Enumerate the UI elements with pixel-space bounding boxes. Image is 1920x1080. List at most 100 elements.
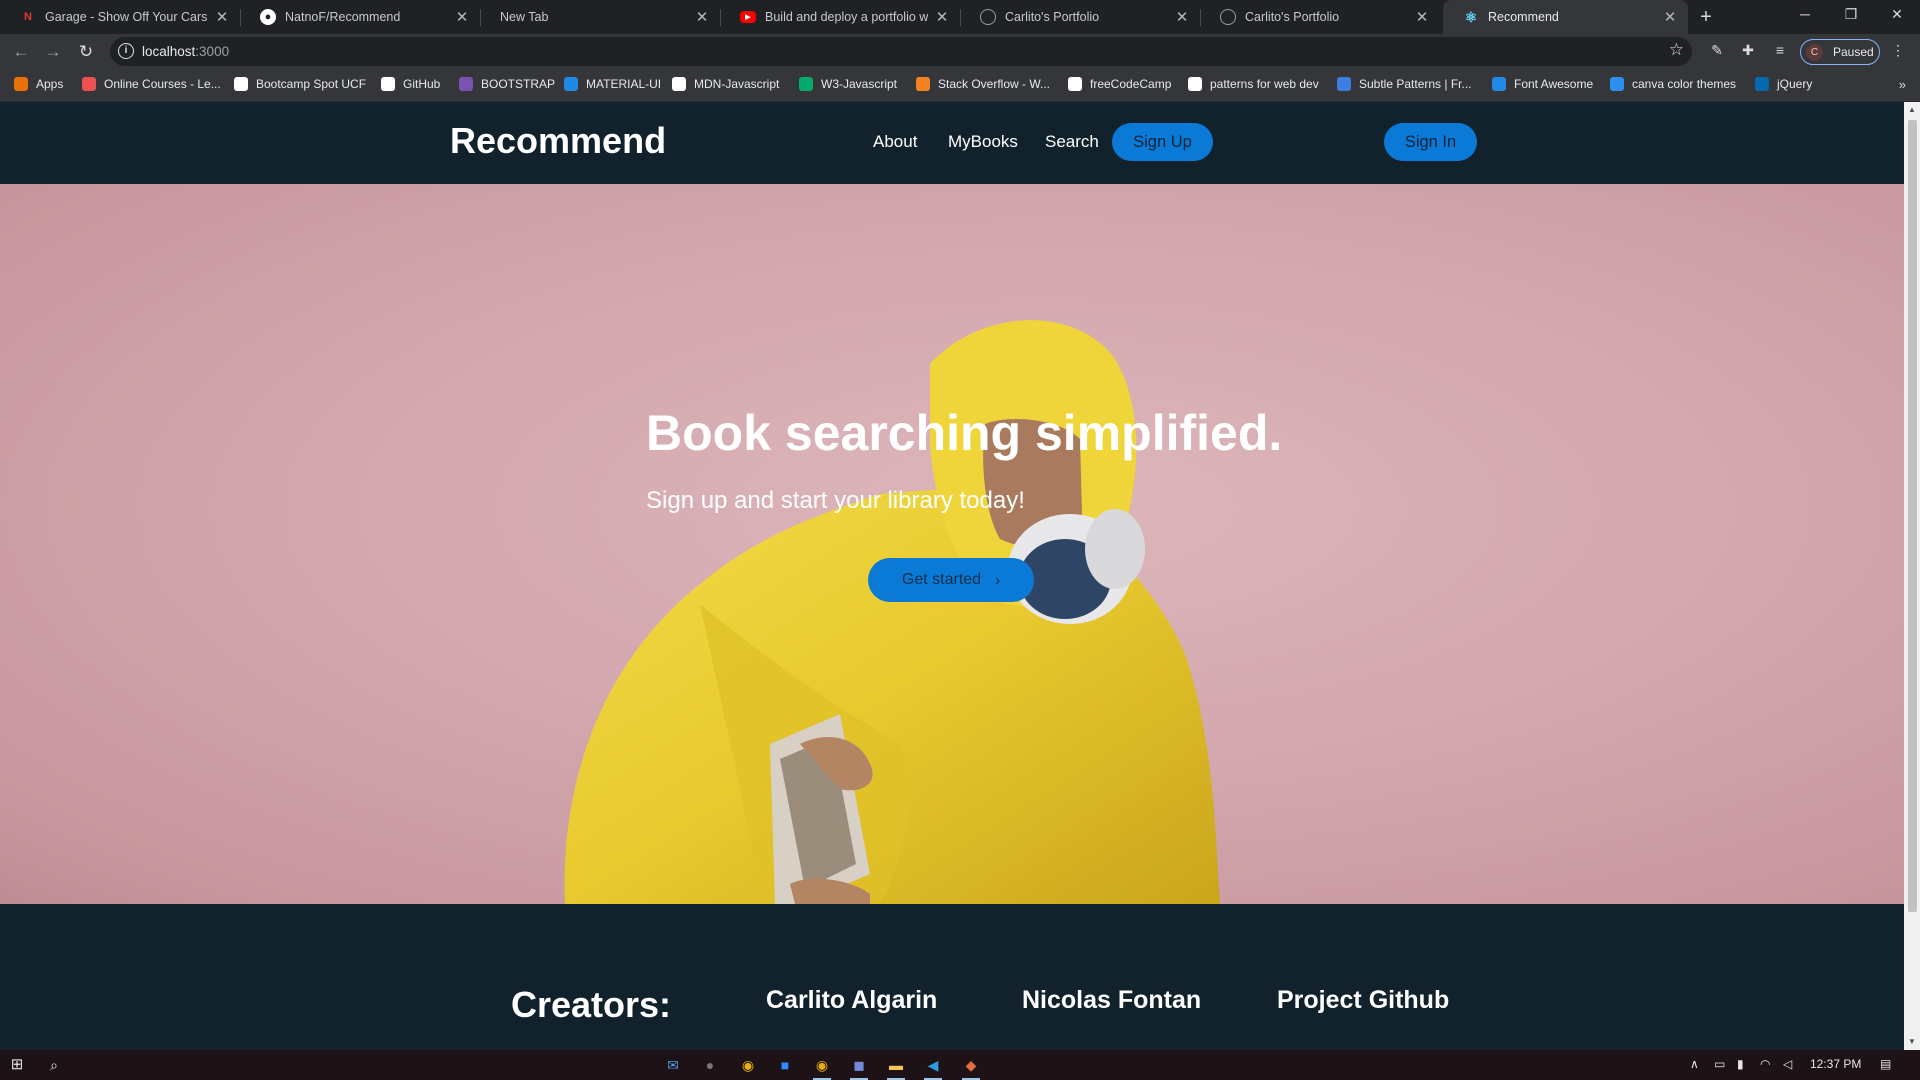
hero-subtitle: Sign up and start your library today! [646,487,1025,514]
bookmark-label: MATERIAL-UI [586,77,662,91]
page-viewport: Recommend About MyBooks Search Sign Up S… [0,102,1904,1050]
bookmark-bootstrap[interactable]: BOOTSTRAP [459,77,555,91]
project-github-link[interactable]: Project Github [1277,986,1449,1015]
tray-chevron-icon[interactable]: ∧ [1690,1057,1699,1071]
bookmark-label: GitHub [403,77,441,91]
bookmark-label: Online Courses - Le... [104,77,221,91]
wifi-icon[interactable]: ◠ [1760,1057,1770,1071]
back-icon[interactable]: ← [9,40,33,64]
bookmark-label: patterns for web dev [1210,77,1319,91]
tab-garage[interactable]: N Garage - Show Off Your Cars | NatnoF ✕ [0,0,240,34]
close-window-button[interactable]: ✕ [1874,0,1920,30]
sign-in-button[interactable]: Sign In [1384,123,1477,161]
material-ui-icon [564,77,578,91]
bookmark-bootcamp-spot-ucf[interactable]: Bootcamp Spot UCF [234,77,366,91]
forward-icon[interactable]: → [41,40,65,64]
file-explorer-icon[interactable]: ▬ [885,1055,907,1080]
nav-mybooks[interactable]: MyBooks [948,132,1018,152]
vscode-icon[interactable]: ◀ [922,1055,944,1080]
profile-button[interactable]: C Paused [1800,39,1880,65]
bookmark-github[interactable]: GitHub [381,77,440,91]
tab-title: NatnoF/Recommend [285,10,401,24]
chrome-icon[interactable]: ◉ [737,1055,759,1075]
page-scrollbar[interactable]: ▲ ▼ [1904,102,1920,1050]
volume-icon[interactable]: ◁ [1783,1057,1792,1071]
creator-nicolas-link[interactable]: Nicolas Fontan [1022,986,1201,1015]
bookmark-stack-overflow-w[interactable]: Stack Overflow - W... [916,77,1050,91]
creator-carlito-link[interactable]: Carlito Algarin [766,986,937,1015]
pen-extension-icon[interactable]: ✎ [1707,42,1727,59]
bookmarks-overflow-icon[interactable]: » [1899,77,1906,92]
minimize-button[interactable]: ─ [1782,0,1828,30]
bookmark-mdn-javascript[interactable]: MDN-Javascript [672,77,779,91]
notifications-icon[interactable]: ▤ [1880,1057,1891,1071]
windows-taskbar: ⊞ ⌕ ✉ ● ◉ ■ ◉ ◼ ▬ ◀ ◆ ∧ ▭ ▮ ◠ ◁ 12:37 PM… [0,1050,1920,1080]
bookmark-label: jQuery [1777,77,1813,91]
tab-recommend-active[interactable]: ⚛ Recommend ✕ [1443,0,1688,34]
bookmark-label: Font Awesome [1514,77,1594,91]
bookmark-subtle-patterns-fr[interactable]: Subtle Patterns | Fr... [1337,77,1472,91]
close-tab-icon[interactable]: ✕ [694,8,710,26]
bookmark-patterns-for-web-dev[interactable]: patterns for web dev [1188,77,1319,91]
reading-list-icon[interactable]: ≡ [1770,42,1790,58]
menu-kebab-icon[interactable]: ⋮ [1888,42,1908,59]
meet-now-icon[interactable]: ▭ [1714,1057,1725,1071]
windows-start-icon[interactable]: ⊞ [6,1055,28,1075]
close-tab-icon[interactable]: ✕ [214,8,230,26]
cortana-icon[interactable]: ● [699,1055,721,1075]
react-icon: ⚛ [1464,8,1478,25]
close-tab-icon[interactable]: ✕ [1662,8,1678,26]
discord-icon[interactable]: ◼ [848,1055,870,1080]
mdn-icon [672,77,686,91]
url-text[interactable]: localhost:3000 [142,44,229,59]
extensions-puzzle-icon[interactable]: ✚ [1738,42,1758,59]
nav-about[interactable]: About [873,132,917,152]
sign-up-button[interactable]: Sign Up [1112,123,1213,161]
site-navbar: Recommend About MyBooks Search Sign Up S… [0,102,1904,184]
chrome-active-icon[interactable]: ◉ [811,1055,833,1080]
scroll-down-icon[interactable]: ▼ [1904,1034,1920,1050]
zoom-icon[interactable]: ■ [774,1055,796,1075]
site-info-icon[interactable]: i [118,43,134,59]
mail-icon[interactable]: ✉ [662,1055,684,1075]
bookmark-freecodecamp[interactable]: freeCodeCamp [1068,77,1171,91]
tab-new-tab[interactable]: New Tab ✕ [480,0,720,34]
get-started-button[interactable]: Get started › [868,558,1034,602]
bookmark-font-awesome[interactable]: Font Awesome [1492,77,1593,91]
git-icon[interactable]: ◆ [960,1055,982,1080]
hero-title: Book searching simplified. [646,405,1283,461]
bookmark-online-courses-le[interactable]: Online Courses - Le... [82,77,221,91]
tab-recommend-repo[interactable]: ● NatnoF/Recommend ✕ [240,0,480,34]
nav-search[interactable]: Search [1045,132,1099,152]
restore-button[interactable]: ❐ [1828,0,1874,30]
bookmark-canva-color-themes[interactable]: canva color themes [1610,77,1736,91]
site-brand[interactable]: Recommend [450,120,666,162]
search-icon[interactable]: ⌕ [43,1055,65,1075]
youtube-icon: ▶ [740,11,756,23]
close-tab-icon[interactable]: ✕ [934,8,950,26]
bookmark-apps[interactable]: Apps [14,77,63,91]
address-bar[interactable]: i localhost:3000 ☆ [110,37,1692,66]
reload-icon[interactable]: ↻ [74,40,98,64]
bookmark-w3-javascript[interactable]: W3-Javascript [799,77,897,91]
scroll-up-icon[interactable]: ▲ [1904,102,1920,118]
bookmark-jquery[interactable]: jQuery [1755,77,1812,91]
bookmark-label: freeCodeCamp [1090,77,1172,91]
tab-youtube[interactable]: ▶ Build and deploy a portfolio website ✕ [720,0,960,34]
bookmark-star-icon[interactable]: ☆ [1669,40,1684,60]
scrollbar-thumb[interactable] [1908,120,1917,912]
close-tab-icon[interactable]: ✕ [1414,8,1430,26]
close-tab-icon[interactable]: ✕ [1174,8,1190,26]
canva-icon [1610,77,1624,91]
tab-title: New Tab [500,10,549,24]
new-tab-button[interactable]: + [1693,4,1719,30]
close-tab-icon[interactable]: ✕ [454,8,470,26]
hero-section: Book searching simplified. Sign up and s… [0,184,1904,904]
tab-portfolio-1[interactable]: Carlito's Portfolio ✕ [960,0,1200,34]
bookmark-material-ui[interactable]: MATERIAL-UI [564,77,661,91]
battery-icon[interactable]: ▮ [1737,1057,1744,1071]
github-icon: ● [260,9,276,25]
clock[interactable]: 12:37 PM [1810,1057,1861,1071]
tab-portfolio-2[interactable]: Carlito's Portfolio ✕ [1200,0,1440,34]
tab-title: Carlito's Portfolio [1245,10,1340,24]
